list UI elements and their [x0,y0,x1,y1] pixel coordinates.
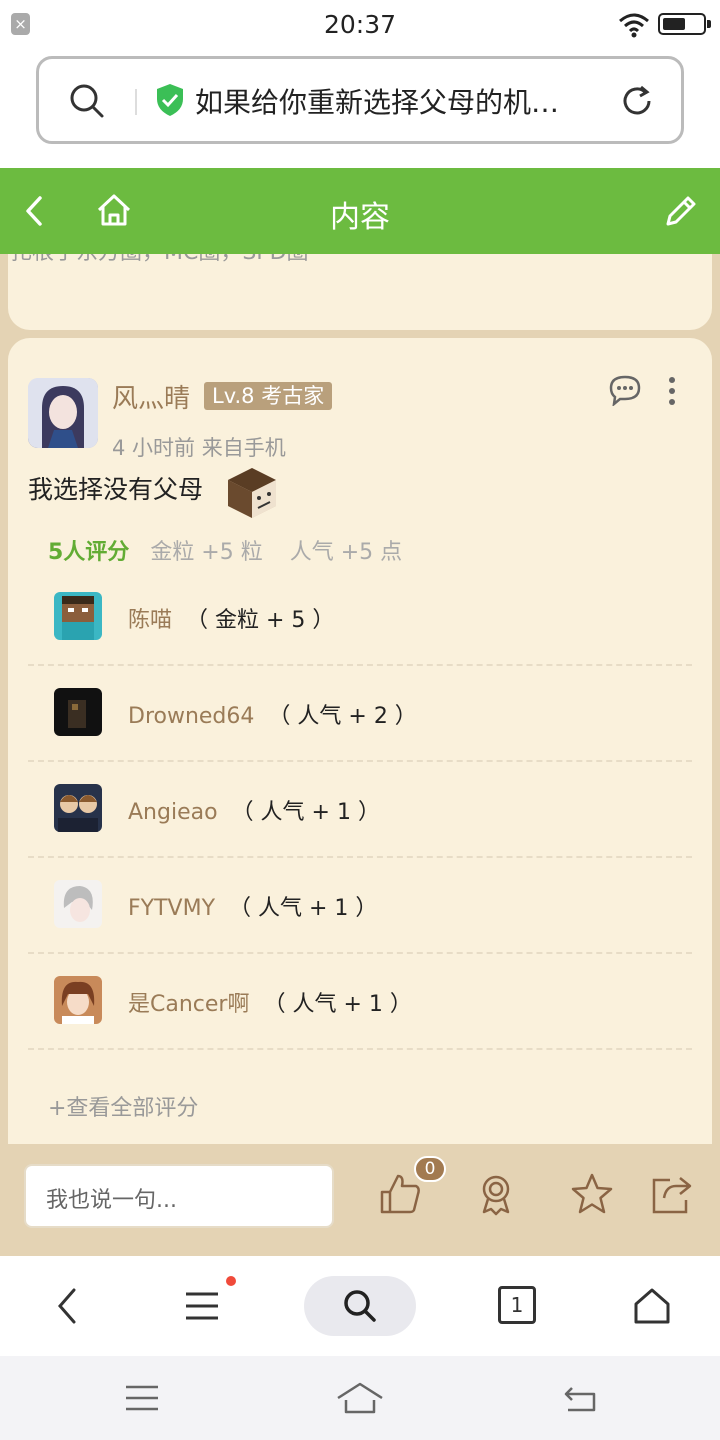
popularity-total: 人气 +5 点 [289,540,403,565]
list-item[interactable]: Angieao （ 人气 + 1 ） [28,762,692,858]
browser-nav: 1 [0,1256,720,1356]
rater-points: （ 人气 + 2 ） [268,704,417,729]
avatar-image [54,592,102,640]
list-item[interactable]: 陈喵 （ 金粒 + 5 ） [28,570,692,666]
list-item[interactable]: Drowned64 （ 人气 + 2 ） [28,666,692,762]
comment-bar: 我也说一句... 0 [0,1144,720,1256]
system-nav [0,1356,720,1440]
list-item[interactable]: FYTVMY （ 人气 + 1 ） [28,858,692,954]
avatar[interactable] [28,378,98,448]
menu-icon[interactable] [182,1286,222,1326]
share-icon[interactable] [650,1172,694,1216]
rater-entry: 陈喵 （ 金粒 + 5 ） [128,602,334,634]
shield-icon [157,84,183,116]
url-text[interactable]: 如果给你重新选择父母的机… [195,81,605,121]
browser-search-button[interactable] [304,1276,416,1336]
avatar-image [54,784,102,832]
address-bar[interactable]: 如果给你重新选择父母的机… [36,56,684,144]
rater-entry: Angieao （ 人气 + 1 ） [128,794,380,826]
comment-icon[interactable] [608,374,642,406]
thumbs-up-icon[interactable] [378,1172,422,1216]
rater-name[interactable]: Drowned64 [128,704,254,729]
award-icon[interactable] [474,1172,518,1216]
rater-entry: 是Cancer啊 （ 人气 + 1 ） [128,986,412,1018]
browser-back-icon[interactable] [48,1286,88,1326]
rater-entry: FYTVMY （ 人气 + 1 ） [128,890,377,922]
comment-input[interactable]: 我也说一句... [24,1164,334,1228]
page-header: 内容 [0,168,720,254]
divider [135,89,137,115]
rating-count[interactable]: 5人评分 [48,540,129,565]
status-bar: × 20:37 [0,0,720,52]
rater-points: （ 人气 + 1 ） [263,992,412,1017]
battery-icon [658,13,711,35]
previous-card: 扎根于东方圈，MC圈，SPD圈 [8,254,712,330]
rater-avatar[interactable] [54,880,102,928]
post-text: 我选择没有父母 [28,475,204,504]
rater-name[interactable]: FYTVMY [128,896,215,921]
list-item[interactable]: 是Cancer啊 （ 人气 + 1 ） [28,954,692,1050]
previous-card-text: 扎根于东方圈，MC圈，SPD圈 [10,254,309,262]
wifi-icon [619,13,649,38]
system-home-icon[interactable] [336,1380,384,1416]
avatar-image [28,378,98,448]
status-time: 20:37 [323,10,397,39]
address-bar-container: 如果给你重新选择父母的机… [0,52,720,168]
search-icon[interactable] [69,83,105,119]
post-card: 风灬晴 Lv.8 考古家 4 小时前 来自手机 我选择没有父母 5人评分 金粒 … [8,338,712,1144]
rater-avatar[interactable] [54,592,102,640]
rater-name[interactable]: 陈喵 [128,608,172,633]
level-badge: Lv.8 考古家 [204,382,333,410]
gold-total: 金粒 +5 粒 [150,540,263,565]
avatar-image [54,880,102,928]
search-icon [344,1290,376,1322]
page-title: 内容 [330,200,390,235]
post-meta: 4 小时前 来自手机 [112,436,286,460]
like-count-badge: 0 [414,1156,446,1182]
post-username[interactable]: 风灬晴 [112,378,190,415]
emoji-sticker [228,468,276,518]
avatar-image [54,976,102,1024]
rater-entry: Drowned64 （ 人气 + 2 ） [128,698,417,730]
star-icon[interactable] [570,1172,614,1216]
recent-apps-icon[interactable] [122,1380,162,1416]
rater-points: （ 人气 + 1 ） [231,800,380,825]
system-back-icon[interactable] [560,1380,600,1416]
notification-dot [226,1276,236,1286]
rater-name[interactable]: 是Cancer啊 [128,992,249,1017]
rater-avatar[interactable] [54,688,102,736]
edit-icon[interactable] [662,190,698,230]
rater-name[interactable]: Angieao [128,800,218,825]
content-area[interactable]: 扎根于东方圈，MC圈，SPD圈 风灬晴 Lv.8 考古家 4 小时前 来自手机 … [0,254,720,1144]
avatar-image [54,688,102,736]
view-all-ratings-link[interactable]: +查看全部评分 [48,1090,198,1122]
rater-points: （ 金粒 + 5 ） [186,608,335,633]
rater-avatar[interactable] [54,784,102,832]
tabs-icon[interactable]: 1 [498,1286,536,1324]
rater-list: 陈喵（ 金粒 + 5 ） Drowned64 （ 人气 + 2 ） Angiea… [28,570,692,1050]
refresh-icon[interactable] [619,83,655,119]
more-icon[interactable] [664,376,680,406]
rater-avatar[interactable] [54,976,102,1024]
home-icon[interactable] [632,1286,672,1326]
rating-summary: 5人评分 金粒 +5 粒 人气 +5 点 [48,534,422,566]
rater-points: （ 人气 + 1 ） [229,896,378,921]
